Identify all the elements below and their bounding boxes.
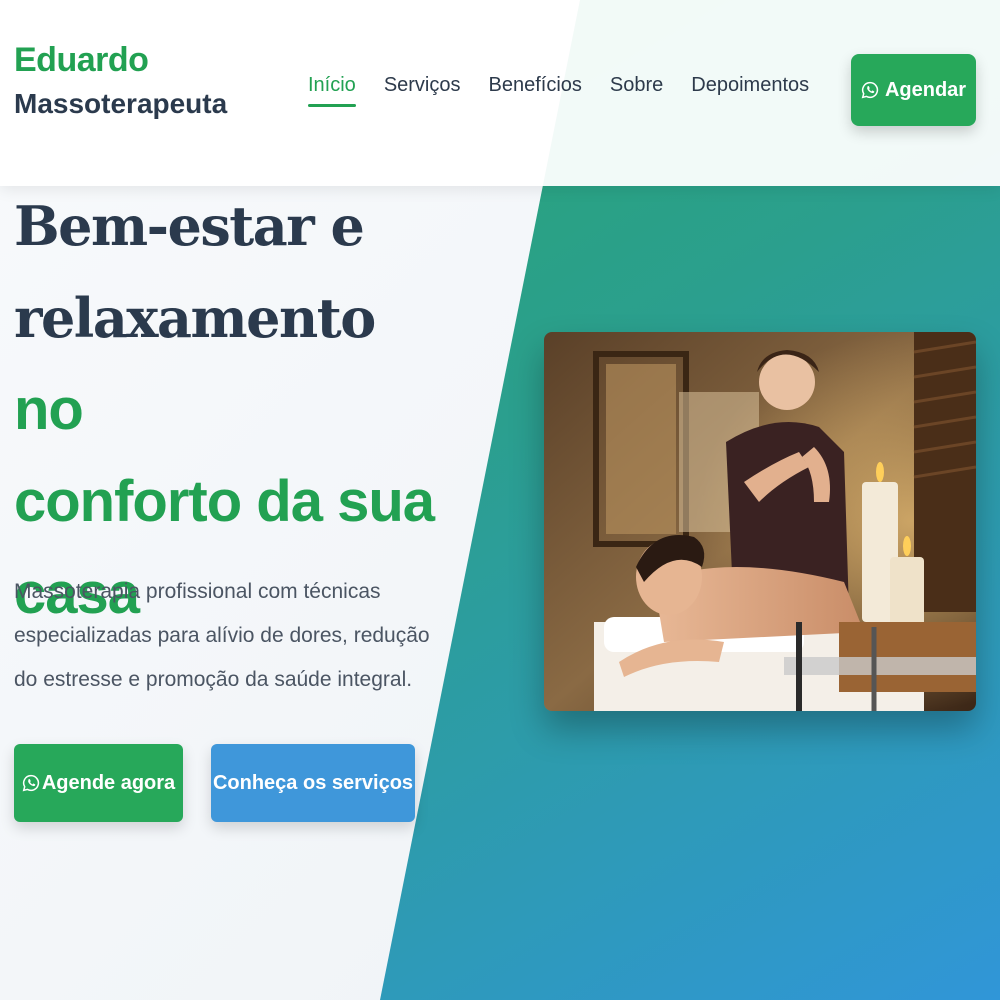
agendar-button-label: Agendar [884,78,967,101]
brand-name: Eduardo [14,41,149,79]
nav-item-inicio[interactable]: Início [308,74,356,107]
whatsapp-icon [22,774,39,792]
brand-logo[interactable]: Eduardo Massoterapeuta [14,38,227,124]
hero-title-accent: no [14,377,84,442]
main-nav: Início Serviços Benefícios Sobre Depoime… [308,74,809,107]
conheca-servicos-label: Conheça os serviços [212,771,414,794]
hero-title-line1: Bem-estar e [14,194,365,258]
nav-item-sobre[interactable]: Sobre [610,74,663,107]
agendar-button[interactable]: Agendar [851,54,976,126]
nav-item-beneficios[interactable]: Benefícios [489,74,582,107]
conheca-servicos-button[interactable]: Conheça os serviços [211,744,415,822]
hero-description: Massoterapia profissional com técnicas e… [14,580,430,691]
hero-title-line3: conforto da sua [14,469,435,534]
site-header: Eduardo Massoterapeuta Início Serviços B… [0,0,1000,186]
agende-agora-button[interactable]: Agende agora [14,744,183,822]
massage-photo [544,332,976,711]
brand-title: Massoterapeuta [14,88,228,119]
hero-title-line2: relaxamento [14,286,376,350]
agende-agora-label: Agende agora [41,771,176,794]
nav-item-servicos[interactable]: Serviços [384,74,461,107]
nav-item-depoimentos[interactable]: Depoimentos [691,74,809,107]
whatsapp-icon [861,81,879,99]
